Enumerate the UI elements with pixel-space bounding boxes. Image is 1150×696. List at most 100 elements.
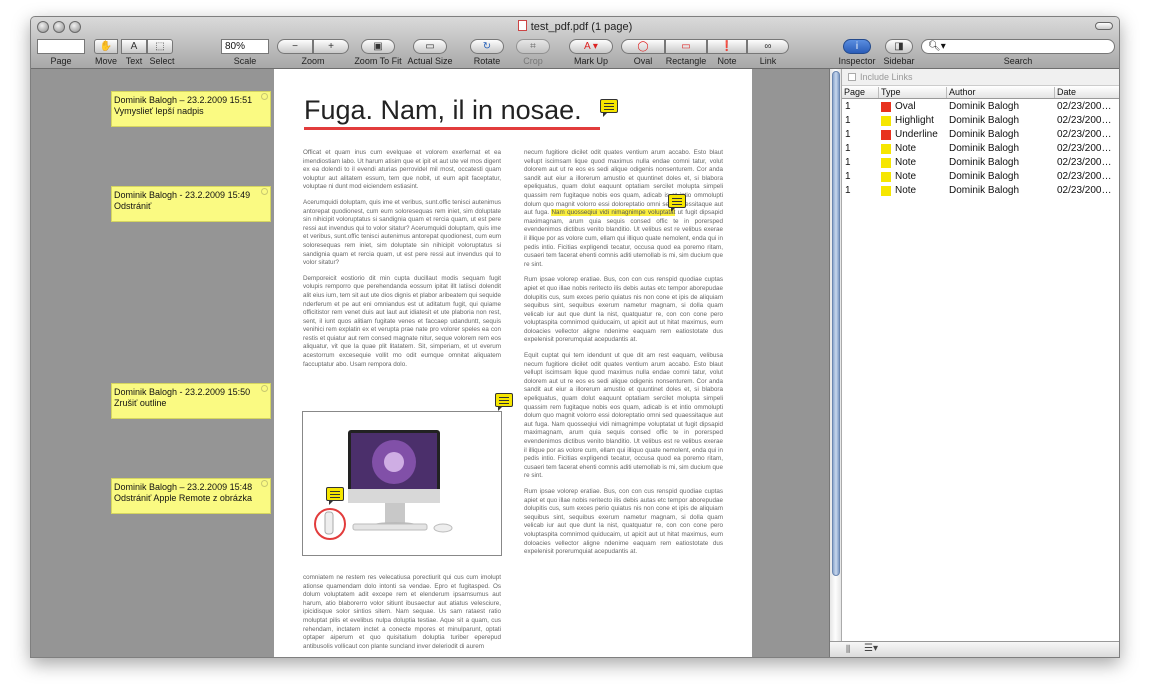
annotation-color-swatch (881, 102, 891, 112)
note-text: Odstrániť (114, 201, 152, 211)
cell-page: 1 (845, 171, 851, 182)
cell-author: Dominik Balogh (949, 101, 1020, 112)
table-row[interactable]: 1 Note Dominik Balogh 02/23/200… (842, 184, 1119, 198)
underline-annotation[interactable] (304, 127, 600, 130)
include-links-option[interactable]: Include Links (842, 69, 1119, 86)
note-comment-icon[interactable] (326, 487, 344, 505)
search-label: Search (1003, 56, 1033, 66)
column-header-date[interactable]: Date (1054, 87, 1119, 98)
column-header-author[interactable]: Author (946, 87, 1054, 98)
link-tool[interactable]: ∞ Link (747, 37, 789, 69)
note-comment-icon[interactable] (495, 393, 513, 411)
rectangle-tool[interactable]: ▭ Rectangle (665, 37, 707, 69)
window-title: test_pdf.pdf (1 page) (31, 20, 1119, 33)
close-icon[interactable] (261, 385, 268, 392)
annotation-note-1[interactable]: Dominik Balogh – 23.2.2009 15:51 Vymyslie… (111, 91, 271, 127)
zoom-to-fit-icon[interactable]: ▣ (361, 39, 395, 54)
note-text: Zrušiť outline (114, 398, 167, 408)
markup-tool[interactable]: A ▾ Mark Up (569, 37, 613, 69)
cell-author: Dominik Balogh (949, 185, 1020, 196)
cell-type: Oval (895, 101, 916, 112)
text-label: Text (125, 56, 143, 66)
toolbar-toggle-button[interactable] (1095, 22, 1113, 30)
highlight-annotation[interactable]: Nam quosseqiui vidi nimagnimpe voluptata… (551, 209, 676, 217)
sidebar-icon[interactable]: ◨ (885, 39, 913, 54)
rotate-tool[interactable]: ↻ Rotate (467, 37, 507, 69)
rect-select-icon[interactable]: ⬚ (147, 39, 173, 54)
paragraph: Officat et quam inus cum evelquae et vol… (303, 149, 501, 191)
zoom-out-button[interactable]: − (277, 39, 313, 54)
text-select-icon[interactable]: A (121, 39, 147, 54)
sidebar-scrollbar[interactable] (830, 69, 842, 657)
crop-icon[interactable]: ⌗ (516, 39, 550, 54)
actual-size-tool[interactable]: ▭ Actual Size (405, 37, 455, 69)
note-comment-icon[interactable] (668, 194, 686, 212)
note-author: Dominik Balogh - 23.2.2009 15:49 (114, 190, 251, 200)
oval-tool[interactable]: ◯ Oval (621, 37, 665, 69)
close-icon[interactable] (261, 93, 268, 100)
include-links-checkbox[interactable] (848, 73, 856, 81)
cell-date: 02/23/200… (1057, 171, 1112, 182)
preview-window: test_pdf.pdf (1 page) Page ✋ Move A Text… (30, 16, 1120, 658)
move-tool[interactable]: ✋ Move (91, 37, 121, 69)
page-control: Page (37, 37, 85, 69)
annotation-color-swatch (881, 130, 891, 140)
annotation-note-3[interactable]: Dominik Balogh - 23.2.2009 15:50 Zrušiť o… (111, 383, 271, 419)
annotation-color-swatch (881, 186, 891, 196)
table-row[interactable]: 1 Note Dominik Balogh 02/23/200… (842, 156, 1119, 170)
inspector-label: Inspector (838, 56, 876, 66)
inspector-tool[interactable]: i Inspector (837, 37, 877, 69)
pdf-document-icon (517, 20, 527, 31)
crop-tool[interactable]: ⌗ Crop (513, 37, 553, 69)
actual-size-icon[interactable]: ▭ (413, 39, 447, 54)
hand-icon[interactable]: ✋ (94, 39, 118, 54)
text-column-right: necum fugitiore dicilet odit quates vent… (524, 149, 723, 657)
close-icon[interactable] (261, 480, 268, 487)
table-row[interactable]: 1 Highlight Dominik Balogh 02/23/200… (842, 114, 1119, 128)
pdf-view[interactable]: Dominik Balogh – 23.2.2009 15:51 Vymyslie… (31, 69, 829, 657)
zoom-in-button[interactable]: + (313, 39, 349, 54)
select-tool[interactable]: ⬚ Select (147, 37, 177, 69)
table-row[interactable]: 1 Underline Dominik Balogh 02/23/200… (842, 128, 1119, 142)
oval-icon[interactable]: ◯ (621, 39, 665, 54)
link-icon[interactable]: ∞ (747, 39, 789, 54)
zoom-to-fit-tool[interactable]: ▣ Zoom To Fit (353, 37, 403, 69)
list-options-icon[interactable]: ☰▾ (864, 643, 878, 654)
cell-type: Note (895, 143, 917, 154)
annotation-note-2[interactable]: Dominik Balogh - 23.2.2009 15:49 Odstráni… (111, 186, 271, 222)
search-input[interactable]: 🔍︎▾ (921, 39, 1115, 54)
note-icon[interactable]: ❗ (707, 39, 747, 54)
scroll-thumb[interactable] (832, 71, 840, 576)
cell-type: Underline (895, 129, 938, 140)
text-tool[interactable]: A Text (121, 37, 147, 69)
text-column-left: Officat et quam inus cum evelquae et vol… (303, 149, 501, 411)
note-author: Dominik Balogh – 23.2.2009 15:48 (114, 482, 253, 492)
cell-type: Highlight (895, 115, 934, 126)
column-header-page[interactable]: Page (842, 87, 878, 98)
page-number-field[interactable] (37, 39, 85, 54)
cell-type: Note (895, 171, 917, 182)
sidebar-tool[interactable]: ◨ Sidebar (879, 37, 919, 69)
markup-icon[interactable]: A ▾ (569, 39, 613, 54)
column-header-type[interactable]: Type (878, 87, 946, 98)
info-icon[interactable]: i (843, 39, 871, 54)
table-row[interactable]: 1 Note Dominik Balogh 02/23/200… (842, 170, 1119, 184)
rectangle-label: Rectangle (665, 56, 707, 66)
include-links-label: Include Links (860, 72, 913, 82)
table-row[interactable]: 1 Oval Dominik Balogh 02/23/200… (842, 100, 1119, 114)
note-comment-icon[interactable] (600, 99, 618, 117)
note-text: Vymyslieť lepší nadpis (114, 106, 204, 116)
zoom-to-fit-label: Zoom To Fit (354, 56, 402, 66)
note-text: Odstrániť Apple Remote z obrázka (114, 493, 252, 503)
cell-author: Dominik Balogh (949, 129, 1020, 140)
cell-page: 1 (845, 143, 851, 154)
scale-field[interactable]: 80% (221, 39, 269, 54)
close-icon[interactable] (261, 188, 268, 195)
rectangle-icon[interactable]: ▭ (665, 39, 707, 54)
rotate-icon[interactable]: ↻ (470, 39, 504, 54)
table-row[interactable]: 1 Note Dominik Balogh 02/23/200… (842, 142, 1119, 156)
pdf-page: Fuga. Nam, il in nosae. Officat et quam … (274, 69, 752, 657)
page-label: Page (50, 56, 72, 66)
note-tool[interactable]: ❗ Note (707, 37, 747, 69)
annotation-note-4[interactable]: Dominik Balogh – 23.2.2009 15:48 Odstráni… (111, 478, 271, 514)
